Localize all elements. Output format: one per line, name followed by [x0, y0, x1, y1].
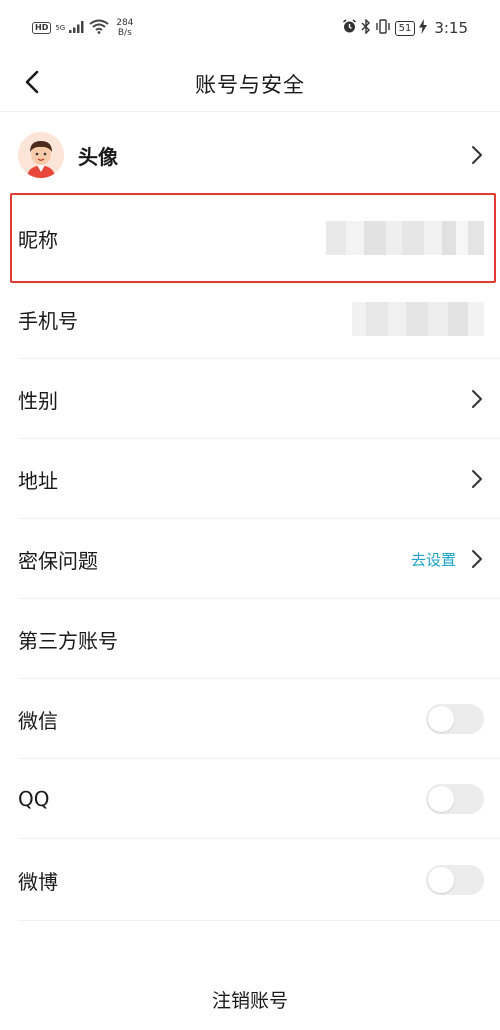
nickname-label: 昵称: [18, 227, 58, 252]
battery-icon: 51: [394, 20, 416, 36]
gender-label: 性别: [18, 388, 58, 413]
bluetooth-icon: [361, 17, 371, 38]
page-header: 账号与安全: [0, 56, 500, 112]
weibo-label: 微博: [18, 869, 58, 894]
set-up-link[interactable]: 去设置: [411, 549, 456, 570]
gender-row-actions: [470, 359, 484, 439]
toggle-knob: [428, 706, 454, 732]
page-title: 账号与安全: [195, 72, 305, 97]
toggle-knob: [428, 786, 454, 812]
signal-tech-label: 5G: [55, 24, 66, 32]
network-speed-unit: B/s: [117, 28, 132, 38]
chevron-left-icon: [25, 70, 39, 98]
avatar-row[interactable]: 头像: [0, 113, 500, 197]
qq-actions: [426, 759, 484, 839]
network-speed: 284 B/s: [116, 18, 133, 38]
avatar-label: 头像: [78, 144, 118, 169]
wechat-row: 微信: [0, 679, 500, 759]
wechat-label: 微信: [18, 708, 58, 733]
avatar: [18, 132, 64, 178]
gender-row[interactable]: 性别: [0, 359, 500, 439]
address-row-actions: [470, 439, 484, 519]
security-question-label: 密保问题: [18, 548, 98, 573]
avatar-row-actions: [470, 113, 484, 197]
charging-icon: [419, 18, 428, 38]
wechat-toggle[interactable]: [426, 704, 484, 734]
status-bar-right: 51 3:15: [342, 17, 468, 38]
phone-value: [352, 279, 484, 359]
cell-signal-icon: [69, 19, 85, 37]
alarm-icon: [342, 18, 357, 38]
phone-value-blurred: [352, 301, 484, 337]
weibo-row: 微博: [0, 839, 500, 921]
status-bar: HD 5G 284 B/s 51 3:15: [0, 0, 500, 56]
weibo-toggle[interactable]: [426, 865, 484, 895]
account-security-page: HD 5G 284 B/s 51 3:15 账号与安全 头像 昵称 手机号 性别…: [0, 0, 500, 1030]
network-speed-value: 284: [116, 18, 134, 28]
wifi-icon: [89, 19, 109, 38]
qq-label: QQ: [18, 787, 50, 811]
qq-row: QQ: [0, 759, 500, 839]
divider: [18, 920, 500, 921]
third-party-label: 第三方账号: [18, 628, 118, 653]
status-bar-left: HD 5G 284 B/s: [32, 18, 133, 38]
chevron-right-icon: [470, 549, 484, 569]
phone-label: 手机号: [18, 308, 78, 333]
nickname-row[interactable]: 昵称: [0, 197, 500, 279]
toggle-knob: [428, 867, 454, 893]
address-label: 地址: [18, 468, 58, 493]
back-button[interactable]: [14, 66, 50, 102]
wechat-actions: [426, 679, 484, 759]
security-question-row[interactable]: 密保问题 去设置: [0, 519, 500, 599]
cancel-account-button[interactable]: 注销账号: [0, 986, 500, 1013]
phone-row[interactable]: 手机号: [0, 279, 500, 359]
nickname-value-blurred: [326, 220, 484, 256]
security-question-actions: 去设置: [411, 519, 484, 599]
weibo-actions: [426, 839, 484, 921]
status-time: 3:15: [434, 19, 468, 37]
qq-toggle[interactable]: [426, 784, 484, 814]
address-row[interactable]: 地址: [0, 439, 500, 519]
hd-badge: HD: [32, 22, 52, 34]
chevron-right-icon: [470, 145, 484, 165]
nickname-value: [326, 197, 484, 279]
chevron-right-icon: [470, 469, 484, 489]
vibrate-icon: [375, 18, 391, 38]
chevron-right-icon: [470, 389, 484, 409]
third-party-section: 第三方账号: [0, 599, 500, 679]
